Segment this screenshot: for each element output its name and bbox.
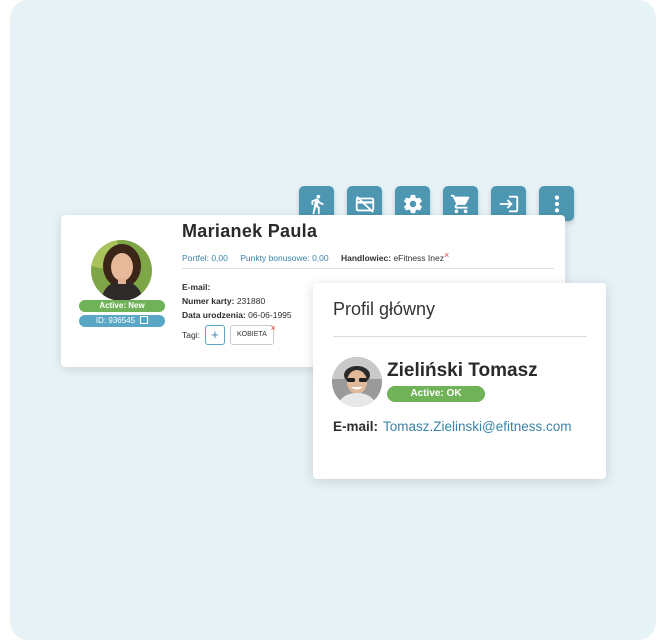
remove-salesman-icon[interactable]: × [444,250,449,260]
profile-name: Zieliński Tomasz [387,360,538,381]
salesman-value: eFitness Inez [393,253,444,263]
divider [333,336,587,337]
avatar [91,240,152,301]
remove-tag-icon[interactable]: × [271,319,276,337]
tag-chip[interactable]: KOBIETA × [229,323,276,345]
gear-icon [403,194,422,213]
copy-icon[interactable] [140,315,149,324]
card-number-row: Numer karty: 231880 [182,296,266,306]
profile-card: Profil główny Zieliński Tomasz Active: O… [313,283,606,479]
client-summary-row: Portfel: 0,00 Punkty bonusowe: 0,00 Hand… [182,250,449,263]
status-badge: Active: New [79,300,165,312]
wallet-link[interactable]: Portfel: 0,00 [182,253,228,263]
id-text: ID: 936545 [95,316,136,325]
id-badge[interactable]: ID: 936545 [79,315,165,327]
login-icon [499,195,518,212]
divider [182,268,554,269]
tags-row: Tagi: + KOBIETA × [182,323,276,345]
bonus-points-link[interactable]: Punkty bonusowe: 0,00 [240,253,328,263]
profile-title: Profil główny [333,299,436,319]
salesman-label: Handlowiec: [341,253,392,263]
client-name: Marianek Paula [182,221,318,241]
cart-icon [450,194,469,213]
more-icon [554,194,559,213]
email-row: E-mail: [182,282,211,292]
walk-icon [311,194,323,214]
status-badge: Active: OK [387,386,485,402]
email-link[interactable]: Tomasz.Zielinski@efitness.com [383,419,572,434]
tags-label: Tagi: [182,330,200,340]
card-off-icon [355,195,374,213]
add-tag-button[interactable]: + [204,325,225,345]
avatar [332,357,382,407]
email-label: E-mail: [333,419,379,434]
